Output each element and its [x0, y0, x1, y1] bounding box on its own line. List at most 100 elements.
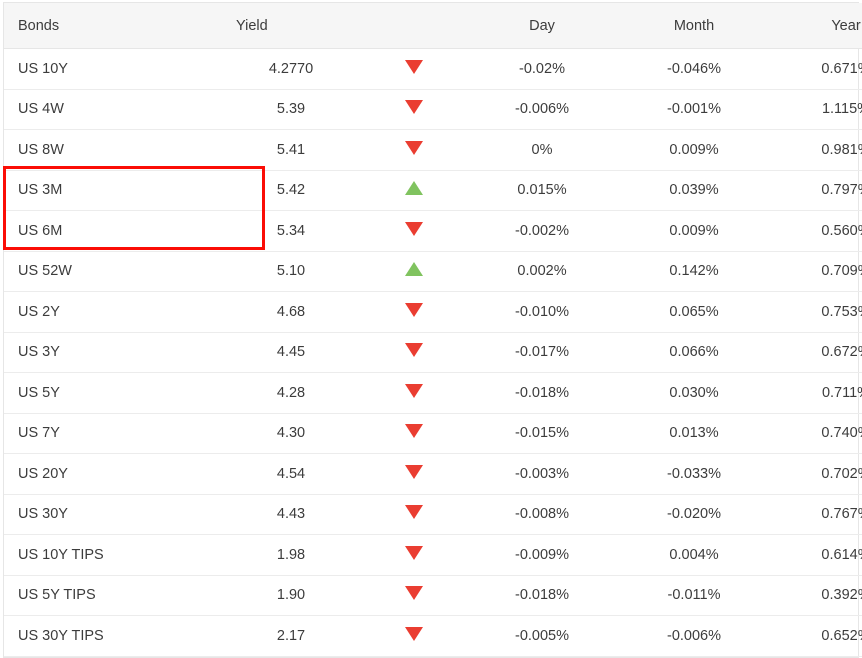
cell-trend — [360, 211, 468, 252]
cell-year-change: 0.753% — [772, 292, 862, 333]
cell-yield: 4.43 — [222, 494, 360, 535]
cell-year-change: 0.740% — [772, 413, 862, 454]
table-row[interactable]: US 5Y4.28-0.018%0.030%0.711%Mar/20 — [4, 373, 862, 414]
cell-trend — [360, 454, 468, 495]
cell-bond-name[interactable]: US 4W — [4, 89, 222, 130]
cell-day-change: -0.018% — [468, 575, 616, 616]
cell-bond-name[interactable]: US 10Y — [4, 49, 222, 90]
cell-year-change: 0.671% — [772, 49, 862, 90]
table-row[interactable]: US 3Y4.45-0.017%0.066%0.672%Mar/20 — [4, 332, 862, 373]
cell-month-change: 0.013% — [616, 413, 772, 454]
column-header-day[interactable]: Day — [468, 3, 616, 49]
table-row[interactable]: US 30Y4.43-0.008%-0.020%0.767%Mar/20 — [4, 494, 862, 535]
table-body: US 10Y4.2770-0.02%-0.046%0.671%16:19US 4… — [4, 49, 862, 657]
arrow-down-icon — [405, 465, 423, 479]
cell-bond-name[interactable]: US 10Y TIPS — [4, 535, 222, 576]
cell-month-change: -0.001% — [616, 89, 772, 130]
cell-day-change: -0.018% — [468, 373, 616, 414]
table-row[interactable]: US 30Y TIPS2.17-0.005%-0.006%0.652%Mar/2… — [4, 616, 862, 657]
cell-trend — [360, 575, 468, 616]
cell-month-change: -0.011% — [616, 575, 772, 616]
arrow-up-icon — [405, 181, 423, 195]
cell-day-change: -0.005% — [468, 616, 616, 657]
arrow-down-icon — [405, 546, 423, 560]
cell-year-change: 0.797% — [772, 170, 862, 211]
cell-month-change: -0.020% — [616, 494, 772, 535]
table-row[interactable]: US 4W5.39-0.006%-0.001%1.115%Mar/20 — [4, 89, 862, 130]
arrow-up-icon — [405, 262, 423, 276]
cell-yield: 4.68 — [222, 292, 360, 333]
table-row[interactable]: US 3M5.420.015%0.039%0.797%Mar/20 — [4, 170, 862, 211]
cell-trend — [360, 170, 468, 211]
table-row[interactable]: US 20Y4.54-0.003%-0.033%0.702%Mar/20 — [4, 454, 862, 495]
table-row[interactable]: US 7Y4.30-0.015%0.013%0.740%Mar/20 — [4, 413, 862, 454]
cell-yield: 5.42 — [222, 170, 360, 211]
cell-trend — [360, 49, 468, 90]
cell-bond-name[interactable]: US 30Y TIPS — [4, 616, 222, 657]
table-row[interactable]: US 6M5.34-0.002%0.009%0.560%Mar/20 — [4, 211, 862, 252]
table-header-row: Bonds Yield Day Month Year Date — [4, 3, 862, 49]
cell-yield: 4.2770 — [222, 49, 360, 90]
bonds-table: Bonds Yield Day Month Year Date US 10Y4.… — [4, 3, 862, 657]
column-header-month[interactable]: Month — [616, 3, 772, 49]
cell-yield: 4.28 — [222, 373, 360, 414]
arrow-down-icon — [405, 586, 423, 600]
cell-bond-name[interactable]: US 3Y — [4, 332, 222, 373]
cell-trend — [360, 292, 468, 333]
bonds-table-container: Bonds Yield Day Month Year Date US 10Y4.… — [3, 2, 859, 658]
column-header-bonds[interactable]: Bonds — [4, 3, 222, 49]
cell-bond-name[interactable]: US 52W — [4, 251, 222, 292]
cell-year-change: 0.614% — [772, 535, 862, 576]
cell-bond-name[interactable]: US 5Y TIPS — [4, 575, 222, 616]
cell-day-change: -0.015% — [468, 413, 616, 454]
cell-year-change: 1.115% — [772, 89, 862, 130]
cell-year-change: 0.652% — [772, 616, 862, 657]
cell-bond-name[interactable]: US 30Y — [4, 494, 222, 535]
cell-trend — [360, 130, 468, 171]
table-row[interactable]: US 10Y4.2770-0.02%-0.046%0.671%16:19 — [4, 49, 862, 90]
table-row[interactable]: US 8W5.410%0.009%0.981%Mar/20 — [4, 130, 862, 171]
cell-year-change: 0.767% — [772, 494, 862, 535]
cell-trend — [360, 494, 468, 535]
table-row[interactable]: US 52W5.100.002%0.142%0.709%Mar/19 — [4, 251, 862, 292]
cell-trend — [360, 616, 468, 657]
cell-day-change: -0.008% — [468, 494, 616, 535]
column-header-trend — [360, 3, 468, 49]
arrow-down-icon — [405, 627, 423, 641]
cell-trend — [360, 373, 468, 414]
arrow-down-icon — [405, 343, 423, 357]
cell-yield: 2.17 — [222, 616, 360, 657]
cell-day-change: -0.002% — [468, 211, 616, 252]
table-row[interactable]: US 5Y TIPS1.90-0.018%-0.011%0.392%Mar/20 — [4, 575, 862, 616]
cell-trend — [360, 535, 468, 576]
table-row[interactable]: US 10Y TIPS1.98-0.009%0.004%0.614%Mar/20 — [4, 535, 862, 576]
cell-month-change: 0.009% — [616, 211, 772, 252]
cell-month-change: -0.006% — [616, 616, 772, 657]
cell-bond-name[interactable]: US 2Y — [4, 292, 222, 333]
cell-day-change: 0.015% — [468, 170, 616, 211]
cell-bond-name[interactable]: US 20Y — [4, 454, 222, 495]
cell-year-change: 0.392% — [772, 575, 862, 616]
cell-yield: 4.30 — [222, 413, 360, 454]
table-header: Bonds Yield Day Month Year Date — [4, 3, 862, 49]
table-row[interactable]: US 2Y4.68-0.010%0.065%0.753%Mar/20 — [4, 292, 862, 333]
cell-bond-name[interactable]: US 7Y — [4, 413, 222, 454]
cell-day-change: -0.010% — [468, 292, 616, 333]
cell-day-change: -0.009% — [468, 535, 616, 576]
column-header-year[interactable]: Year — [772, 3, 862, 49]
arrow-down-icon — [405, 141, 423, 155]
column-header-yield[interactable]: Yield — [222, 3, 360, 49]
arrow-down-icon — [405, 424, 423, 438]
cell-bond-name[interactable]: US 3M — [4, 170, 222, 211]
cell-trend — [360, 89, 468, 130]
cell-trend — [360, 251, 468, 292]
cell-yield: 4.45 — [222, 332, 360, 373]
cell-bond-name[interactable]: US 6M — [4, 211, 222, 252]
arrow-down-icon — [405, 505, 423, 519]
cell-bond-name[interactable]: US 8W — [4, 130, 222, 171]
cell-day-change: 0.002% — [468, 251, 616, 292]
cell-bond-name[interactable]: US 5Y — [4, 373, 222, 414]
arrow-down-icon — [405, 303, 423, 317]
cell-trend — [360, 413, 468, 454]
cell-year-change: 0.672% — [772, 332, 862, 373]
